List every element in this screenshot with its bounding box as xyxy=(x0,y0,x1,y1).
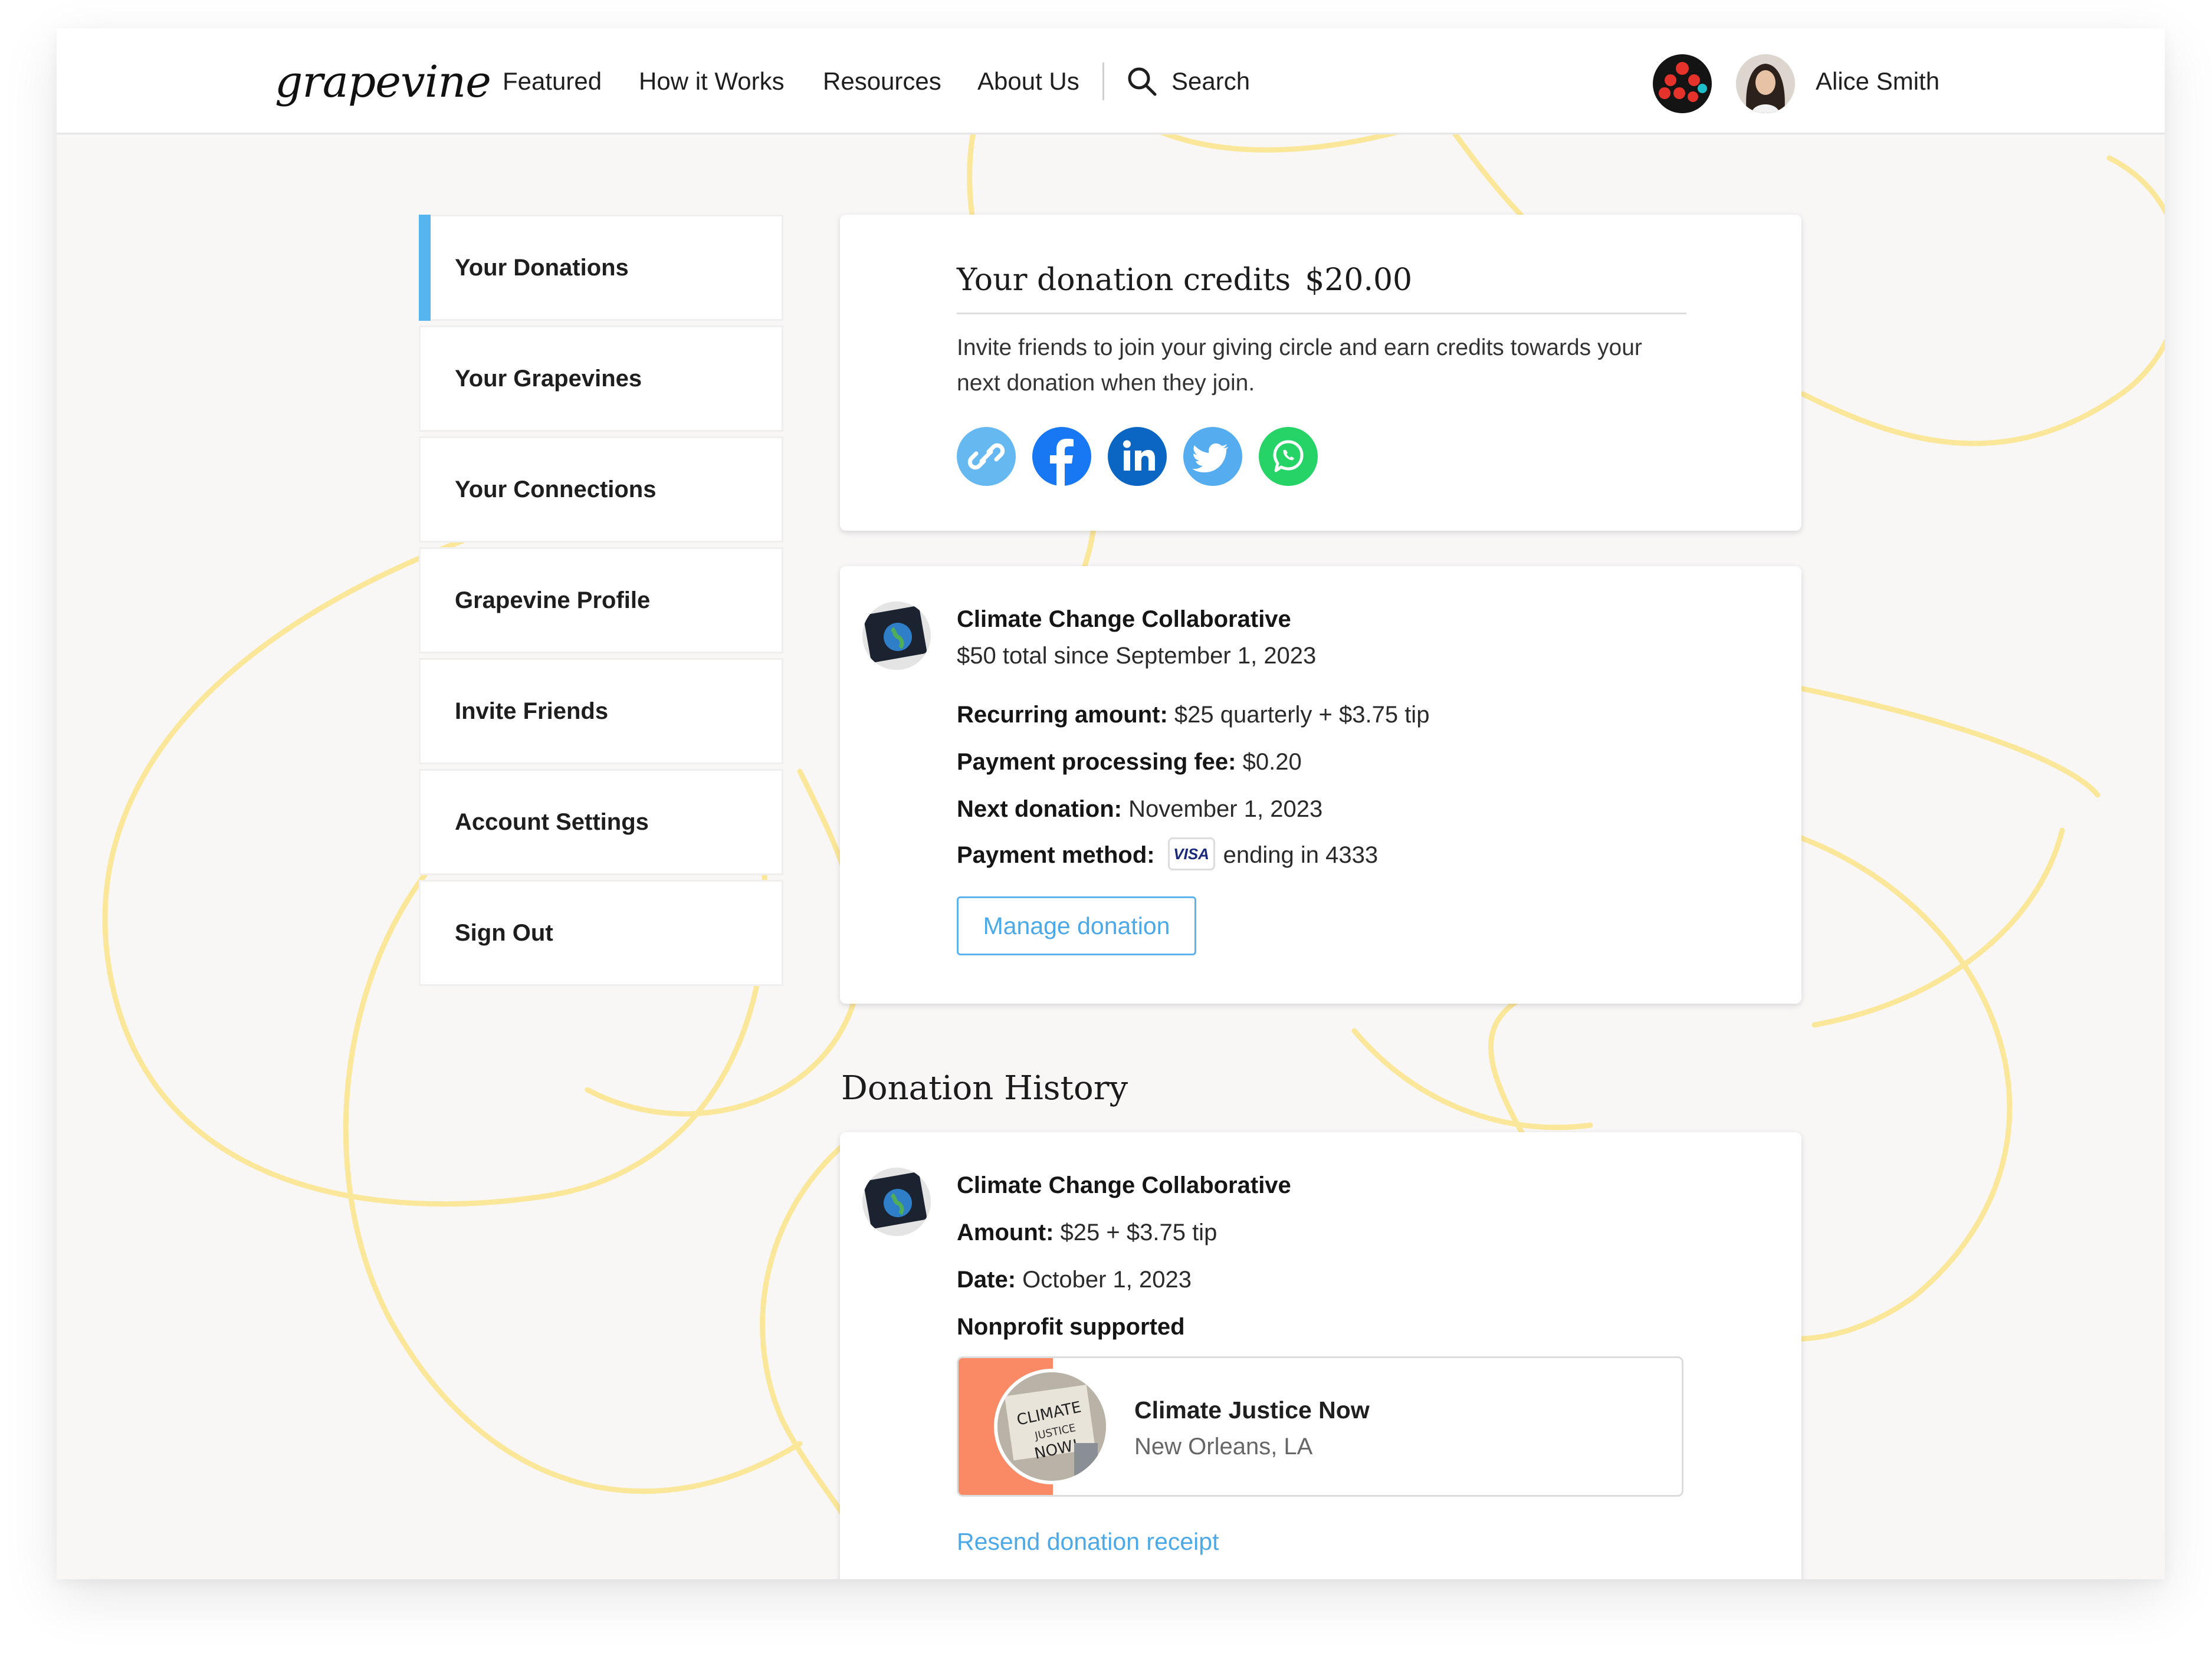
sidebar-item-invite-friends[interactable]: Invite Friends xyxy=(419,658,783,764)
history-donation-card: Climate Change Collaborative Amount: $25… xyxy=(840,1132,1801,1579)
protest-sign-image: CLIMATE JUSTICE NOW! xyxy=(997,1372,1106,1481)
donation-amount: Amount: $25 + $3.75 tip xyxy=(957,1220,1217,1245)
manage-donation-button[interactable]: Manage donation xyxy=(957,896,1196,955)
sidebar-item-account-settings[interactable]: Account Settings xyxy=(419,769,783,875)
facebook-share-button[interactable] xyxy=(1032,427,1091,486)
copy-link-button[interactable] xyxy=(957,427,1016,486)
one-world-logo-icon xyxy=(862,602,931,670)
org-name: Climate Change Collaborative xyxy=(957,1172,1291,1198)
search-button[interactable]: Search xyxy=(1127,63,1262,100)
sidebar-item-label: Your Donations xyxy=(455,255,629,281)
nav-about-us[interactable]: About Us xyxy=(977,64,1079,99)
organization-logo xyxy=(862,602,931,670)
user-avatar[interactable] xyxy=(1736,54,1795,113)
organization-logo xyxy=(862,1168,931,1236)
nonprofit-supported-heading: Nonprofit supported xyxy=(957,1314,1185,1340)
sidebar-item-label: Your Grapevines xyxy=(455,366,642,392)
processing-fee: Payment processing fee: $0.20 xyxy=(957,749,1302,775)
nonprofit-location: New Orleans, LA xyxy=(1134,1434,1313,1460)
nav-resources[interactable]: Resources xyxy=(823,64,941,99)
linkedin-icon xyxy=(1108,427,1167,486)
org-name: Climate Change Collaborative xyxy=(957,606,1291,632)
top-navigation-bar: grapevine Featured How it Works Resource… xyxy=(57,28,2165,134)
credits-title: Your donation credits xyxy=(957,262,1291,298)
sidebar-item-your-connections[interactable]: Your Connections xyxy=(419,436,783,543)
donation-date: Date: October 1, 2023 xyxy=(957,1267,1192,1293)
nav-featured[interactable]: Featured xyxy=(503,64,602,99)
facebook-icon xyxy=(1032,427,1091,486)
sidebar-item-label: Invite Friends xyxy=(455,698,609,724)
sidebar-item-label: Your Connections xyxy=(455,476,657,502)
linkedin-share-button[interactable] xyxy=(1108,427,1167,486)
resend-receipt-link[interactable]: Resend donation receipt xyxy=(957,1524,1219,1559)
visa-card-icon: VISA xyxy=(1167,837,1215,871)
donation-total: $50 total since September 1, 2023 xyxy=(957,643,1317,669)
nonprofit-photo: CLIMATE JUSTICE NOW! xyxy=(994,1369,1110,1484)
search-label: Search xyxy=(1171,67,1251,95)
org-dots-icon xyxy=(1659,62,1707,102)
twitter-icon xyxy=(1183,427,1242,486)
next-donation: Next donation: November 1, 2023 xyxy=(957,796,1323,822)
grapevine-logo[interactable]: grapevine xyxy=(275,50,491,114)
link-icon xyxy=(957,427,1016,486)
sidebar-item-label: Grapevine Profile xyxy=(455,587,651,613)
payment-method: Payment method: VISA ending in 4333 xyxy=(957,837,1378,873)
nonprofit-card[interactable]: CLIMATE JUSTICE NOW! Climate Justice Now… xyxy=(957,1356,1683,1497)
credits-heading: Your donation credits $20.00 xyxy=(957,259,1412,301)
credits-amount: $20.00 xyxy=(1305,262,1413,298)
whatsapp-share-button[interactable] xyxy=(1259,427,1318,486)
donation-credits-card: Your donation credits $20.00 Invite frien… xyxy=(840,215,1801,531)
whatsapp-icon xyxy=(1259,427,1318,486)
sidebar-item-your-donations[interactable]: Your Donations xyxy=(419,215,783,321)
nonprofit-name: Climate Justice Now xyxy=(1134,1396,1370,1424)
recurring-donation-card: Climate Change Collaborative $50 total s… xyxy=(840,566,1801,1004)
nav-divider xyxy=(1102,63,1104,100)
donation-history-heading: Donation History xyxy=(841,1069,1128,1107)
sidebar-item-label: Account Settings xyxy=(455,809,649,835)
sidebar-item-your-grapevines[interactable]: Your Grapevines xyxy=(419,326,783,432)
sidebar-item-grapevine-profile[interactable]: Grapevine Profile xyxy=(419,547,783,653)
organization-avatar[interactable] xyxy=(1653,54,1712,113)
divider xyxy=(957,313,1686,314)
sidebar-item-sign-out[interactable]: Sign Out xyxy=(419,880,783,986)
recurring-amount: Recurring amount: $25 quarterly + $3.75 … xyxy=(957,702,1430,728)
user-portrait-icon xyxy=(1736,54,1795,113)
credits-description: Invite friends to join your giving circl… xyxy=(957,335,1642,396)
sidebar-item-label: Sign Out xyxy=(455,920,553,946)
search-icon xyxy=(1128,67,1157,96)
nav-how-it-works[interactable]: How it Works xyxy=(639,64,785,99)
one-world-logo-icon xyxy=(862,1168,931,1236)
app-window: grapevine Featured How it Works Resource… xyxy=(57,28,2165,1579)
twitter-share-button[interactable] xyxy=(1183,427,1242,486)
user-name[interactable]: Alice Smith xyxy=(1816,64,1939,99)
